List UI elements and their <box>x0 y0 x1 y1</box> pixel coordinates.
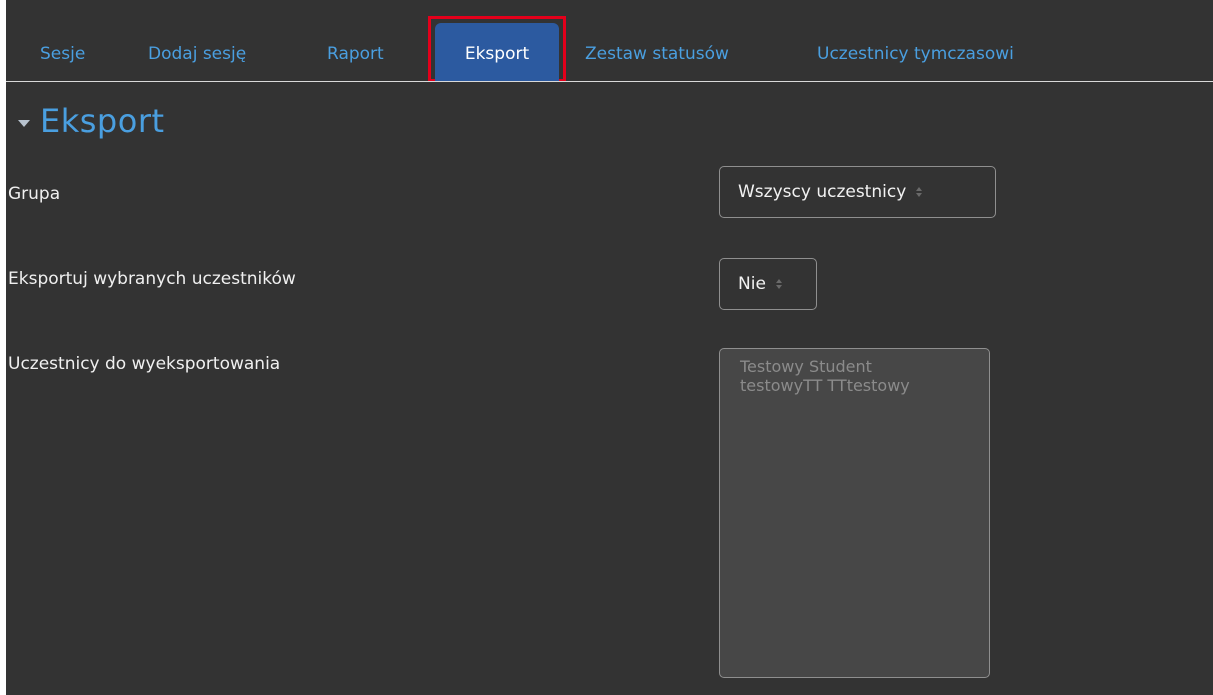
group-select[interactable]: Wszyscy uczestnicy <box>719 166 996 218</box>
export-selected-value: Nie <box>738 274 766 294</box>
export-selected-select[interactable]: Nie <box>719 258 817 310</box>
tab-temporary-participants[interactable]: Uczestnicy tymczasowi <box>817 44 1014 64</box>
export-selected-label: Eksportuj wybranych uczestników <box>8 269 296 289</box>
tab-sessions[interactable]: Sesje <box>40 44 85 64</box>
tab-export-highlight: Eksport <box>428 16 566 82</box>
tab-report[interactable]: Raport <box>327 44 384 64</box>
updown-arrows-icon <box>916 187 923 197</box>
group-label: Grupa <box>8 184 61 204</box>
tab-divider <box>6 81 1213 82</box>
tab-export[interactable]: Eksport <box>435 23 559 82</box>
participant-option[interactable]: testowyTT TTtestowy <box>740 376 989 395</box>
group-select-value: Wszyscy uczestnicy <box>738 182 907 202</box>
tab-add-session[interactable]: Dodaj sesję <box>148 44 246 64</box>
updown-arrows-icon <box>775 279 782 289</box>
caret-down-icon[interactable] <box>18 119 30 127</box>
tab-status-set[interactable]: Zestaw statusów <box>585 44 729 64</box>
section-title: Eksport <box>40 102 165 140</box>
section-header[interactable]: Eksport <box>18 102 165 140</box>
export-page: Sesje Dodaj sesję Raport Eksport Zestaw … <box>6 0 1213 695</box>
tab-bar: Sesje Dodaj sesję Raport Eksport Zestaw … <box>6 0 1213 82</box>
participants-label: Uczestnicy do wyeksportowania <box>8 354 281 374</box>
participants-multiselect[interactable]: Testowy Student testowyTT TTtestowy <box>719 348 990 678</box>
participant-option[interactable]: Testowy Student <box>740 357 989 376</box>
